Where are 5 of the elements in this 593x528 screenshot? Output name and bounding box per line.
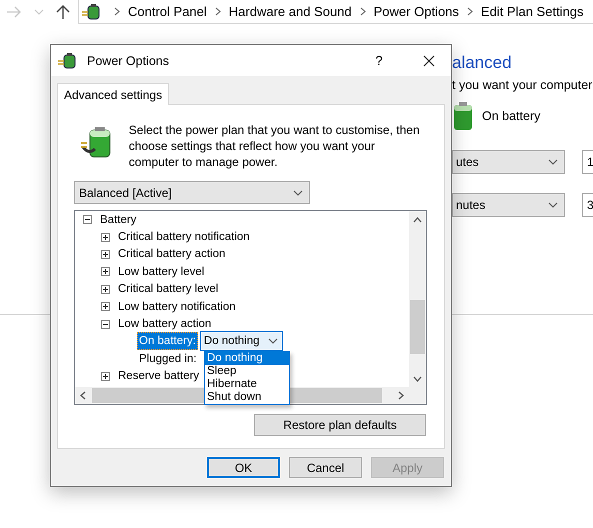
column-label: On battery [482, 109, 540, 123]
plan-heading: alanced [452, 53, 513, 74]
instruction-text: Select the power plan that you want to customise, then choose settings that reflect how you want your computer to manage power. [128, 122, 421, 170]
window-title: Power Options [87, 54, 170, 68]
description-text: t you want your computer [452, 78, 593, 92]
